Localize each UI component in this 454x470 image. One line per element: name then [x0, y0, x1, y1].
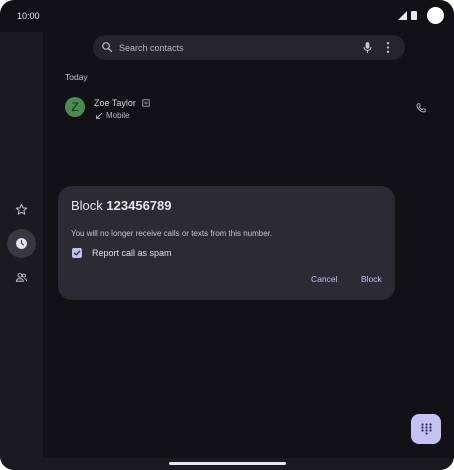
checkmark-icon	[73, 250, 81, 256]
dialpad-fab[interactable]	[411, 414, 441, 444]
dialog-title-prefix: Block	[71, 198, 103, 213]
report-spam-label[interactable]: Report call as spam	[92, 248, 172, 258]
dialpad-icon	[420, 423, 432, 435]
block-button[interactable]: Block	[361, 274, 382, 284]
dialog-title: Block 123456789	[71, 198, 172, 213]
dialog-title-number: 123456789	[106, 198, 172, 213]
gesture-handle[interactable]	[169, 462, 286, 465]
phone-screen: 10:00 Search contacts Today Z Zoe Taylor…	[0, 0, 454, 470]
block-number-dialog: Block 123456789 You will no longer recei…	[58, 186, 395, 300]
gesture-navigation-area	[0, 458, 454, 470]
cancel-button[interactable]: Cancel	[311, 274, 337, 284]
report-spam-checkbox[interactable]	[72, 248, 82, 258]
dialog-body: You will no longer receive calls or text…	[71, 229, 273, 238]
